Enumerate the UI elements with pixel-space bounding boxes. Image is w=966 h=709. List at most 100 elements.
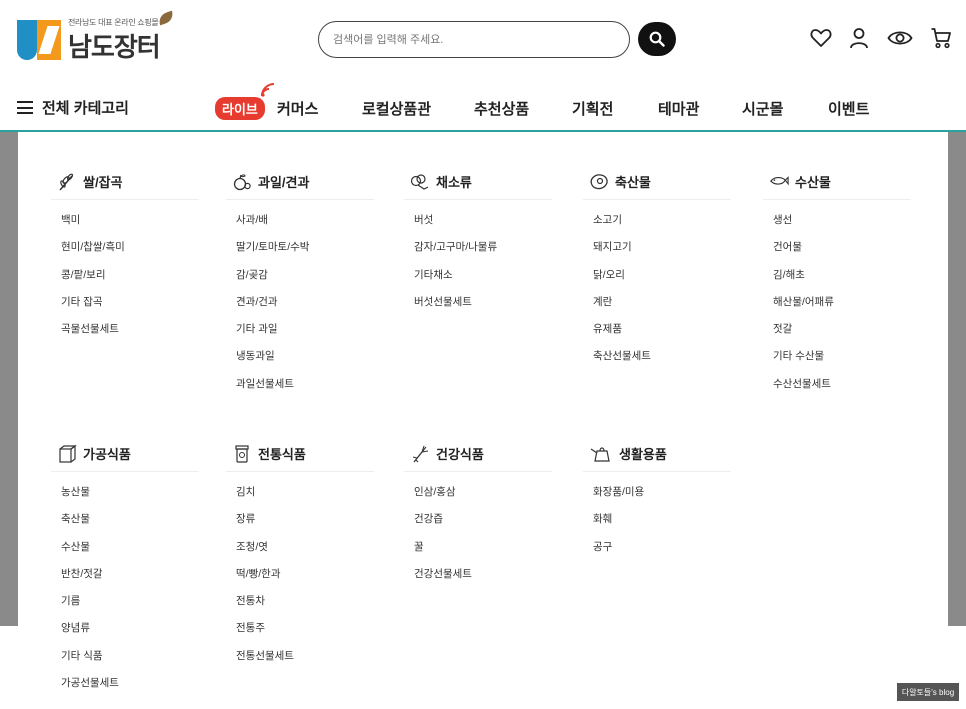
- nav-recommended[interactable]: 추천상품: [474, 98, 529, 119]
- subcategory-link[interactable]: 곡물선물세트: [61, 322, 199, 349]
- subcategory-link[interactable]: 전통차: [236, 594, 374, 621]
- category-header[interactable]: 채소류: [404, 164, 552, 200]
- subcategory-link[interactable]: 떡/빵/한과: [236, 567, 374, 594]
- grain-icon: [57, 173, 77, 191]
- search-button[interactable]: [638, 22, 676, 56]
- subcategory-link[interactable]: 계란: [593, 295, 731, 322]
- category-header[interactable]: 건강식품: [404, 436, 552, 472]
- nav-county-malls[interactable]: 시군몰: [742, 98, 783, 119]
- jar-icon: [232, 444, 252, 463]
- subcategory-link[interactable]: 소고기: [593, 213, 731, 240]
- subcategory-link[interactable]: 견과/건과: [236, 295, 374, 322]
- subcategory-link[interactable]: 과일선물세트: [236, 377, 374, 404]
- category-vegetables: 채소류 버섯 감자/고구마/나물류 기타채소 버섯선물세트: [404, 164, 552, 322]
- category-title: 생활용품: [619, 447, 667, 462]
- subcategory-link[interactable]: 인삼/홍삼: [414, 485, 552, 512]
- header-icons: [810, 27, 966, 49]
- category-fruits-nuts: 과일/견과 사과/배 딸기/토마토/수박 감/곶감 견과/건과 기타 과일 냉동…: [226, 164, 374, 404]
- eye-icon[interactable]: [886, 27, 914, 49]
- category-title: 축산물: [615, 175, 651, 190]
- user-icon[interactable]: [848, 27, 870, 49]
- logo-mark: [17, 17, 62, 62]
- subcategory-link[interactable]: 꿀: [414, 540, 552, 567]
- heart-icon[interactable]: [810, 27, 832, 49]
- subcategory-link[interactable]: 양념류: [61, 621, 199, 648]
- subcategory-link[interactable]: 젓갈: [773, 322, 911, 349]
- nav-commerce[interactable]: 커머스: [277, 98, 318, 119]
- subcategory-link[interactable]: 감/곶감: [236, 268, 374, 295]
- broadcast-icon: [261, 83, 275, 97]
- subcategory-link[interactable]: 백미: [61, 213, 199, 240]
- category-title: 가공식품: [83, 447, 131, 462]
- subcategory-link[interactable]: 화훼: [593, 512, 731, 539]
- subcategory-link[interactable]: 축산선물세트: [593, 349, 731, 376]
- meat-icon: [589, 173, 609, 191]
- subcategory-link[interactable]: 감자/고구마/나물류: [414, 240, 552, 267]
- nav-local-products[interactable]: 로컬상품관: [362, 98, 431, 119]
- category-header[interactable]: 과일/견과: [226, 164, 374, 200]
- nav-themes[interactable]: 테마관: [658, 98, 699, 119]
- search-icon: [649, 31, 665, 47]
- category-processed-food: 가공식품 농산물 축산물 수산물 반찬/젓갈 기름 양념류 기타 식품 가공선물…: [51, 436, 199, 703]
- category-header[interactable]: 수산물: [763, 164, 911, 200]
- category-mega-menu: 쌀/잡곡 백미 현미/찹쌀/흑미 콩/팥/보리 기타 잡곡 곡물선물세트 과일/…: [18, 132, 948, 709]
- main-nav: 전체 카테고리 라이브 커머스 로컬상품관 추천상품 기획전 테마관 시군몰 이…: [0, 83, 966, 130]
- subcategory-link[interactable]: 건강선물세트: [414, 567, 552, 594]
- category-header[interactable]: 생활용품: [583, 436, 731, 472]
- search-box: [318, 21, 630, 58]
- subcategory-link[interactable]: 콩/팥/보리: [61, 268, 199, 295]
- subcategory-link[interactable]: 기름: [61, 594, 199, 621]
- subcategory-link[interactable]: 딸기/토마토/수박: [236, 240, 374, 267]
- blog-watermark: 다알토들's blog: [897, 683, 959, 701]
- subcategory-link[interactable]: 돼지고기: [593, 240, 731, 267]
- site-logo[interactable]: 전라남도 대표 온라인 쇼핑몰 남도장터: [17, 10, 175, 64]
- category-traditional-food: 전통식품 김치 장류 조청/엿 떡/빵/한과 전통차 전통주 전통선물세트: [226, 436, 374, 676]
- subcategory-link[interactable]: 조청/엿: [236, 540, 374, 567]
- leaf-icon: [156, 10, 175, 26]
- category-household: 생활용품 화장품/미용 화훼 공구: [583, 436, 731, 567]
- subcategory-link[interactable]: 기타 수산물: [773, 349, 911, 376]
- subcategory-link[interactable]: 닭/오리: [593, 268, 731, 295]
- subcategory-link[interactable]: 수산물: [61, 540, 199, 567]
- subcategory-link[interactable]: 건어물: [773, 240, 911, 267]
- subcategory-link[interactable]: 장류: [236, 512, 374, 539]
- all-categories-button[interactable]: 전체 카테고리: [17, 97, 129, 118]
- fruit-icon: [232, 173, 252, 191]
- category-header[interactable]: 전통식품: [226, 436, 374, 472]
- subcategory-link[interactable]: 생선: [773, 213, 911, 240]
- subcategory-link[interactable]: 수산선물세트: [773, 377, 911, 404]
- category-header[interactable]: 가공식품: [51, 436, 199, 472]
- subcategory-link[interactable]: 해산물/어패류: [773, 295, 911, 322]
- subcategory-link[interactable]: 버섯: [414, 213, 552, 240]
- subcategory-link[interactable]: 화장품/미용: [593, 485, 731, 512]
- subcategory-link[interactable]: 현미/찹쌀/흑미: [61, 240, 199, 267]
- nav-promotions[interactable]: 기획전: [572, 98, 613, 119]
- subcategory-link[interactable]: 반찬/젓갈: [61, 567, 199, 594]
- subcategory-link[interactable]: 냉동과일: [236, 349, 374, 376]
- subcategory-link[interactable]: 유제품: [593, 322, 731, 349]
- live-badge[interactable]: 라이브: [215, 97, 265, 120]
- category-header[interactable]: 축산물: [583, 164, 731, 200]
- cart-icon[interactable]: [930, 27, 952, 49]
- subcategory-link[interactable]: 버섯선물세트: [414, 295, 552, 322]
- subcategory-link[interactable]: 기타 과일: [236, 322, 374, 349]
- subcategory-link[interactable]: 전통선물세트: [236, 649, 374, 676]
- subcategory-link[interactable]: 가공선물세트: [61, 676, 199, 703]
- subcategory-link[interactable]: 김/해초: [773, 268, 911, 295]
- subcategory-link[interactable]: 기타 식품: [61, 649, 199, 676]
- subcategory-link[interactable]: 김치: [236, 485, 374, 512]
- category-title: 쌀/잡곡: [83, 175, 123, 190]
- subcategory-link[interactable]: 전통주: [236, 621, 374, 648]
- vegetable-icon: [410, 173, 430, 191]
- subcategory-link[interactable]: 농산물: [61, 485, 199, 512]
- category-header[interactable]: 쌀/잡곡: [51, 164, 199, 200]
- subcategory-link[interactable]: 공구: [593, 540, 731, 567]
- search-input[interactable]: [333, 22, 613, 57]
- subcategory-link[interactable]: 기타채소: [414, 268, 552, 295]
- subcategory-link[interactable]: 건강즙: [414, 512, 552, 539]
- category-title: 수산물: [795, 175, 831, 190]
- subcategory-link[interactable]: 기타 잡곡: [61, 295, 199, 322]
- subcategory-link[interactable]: 사과/배: [236, 213, 374, 240]
- subcategory-link[interactable]: 축산물: [61, 512, 199, 539]
- nav-events[interactable]: 이벤트: [828, 98, 869, 119]
